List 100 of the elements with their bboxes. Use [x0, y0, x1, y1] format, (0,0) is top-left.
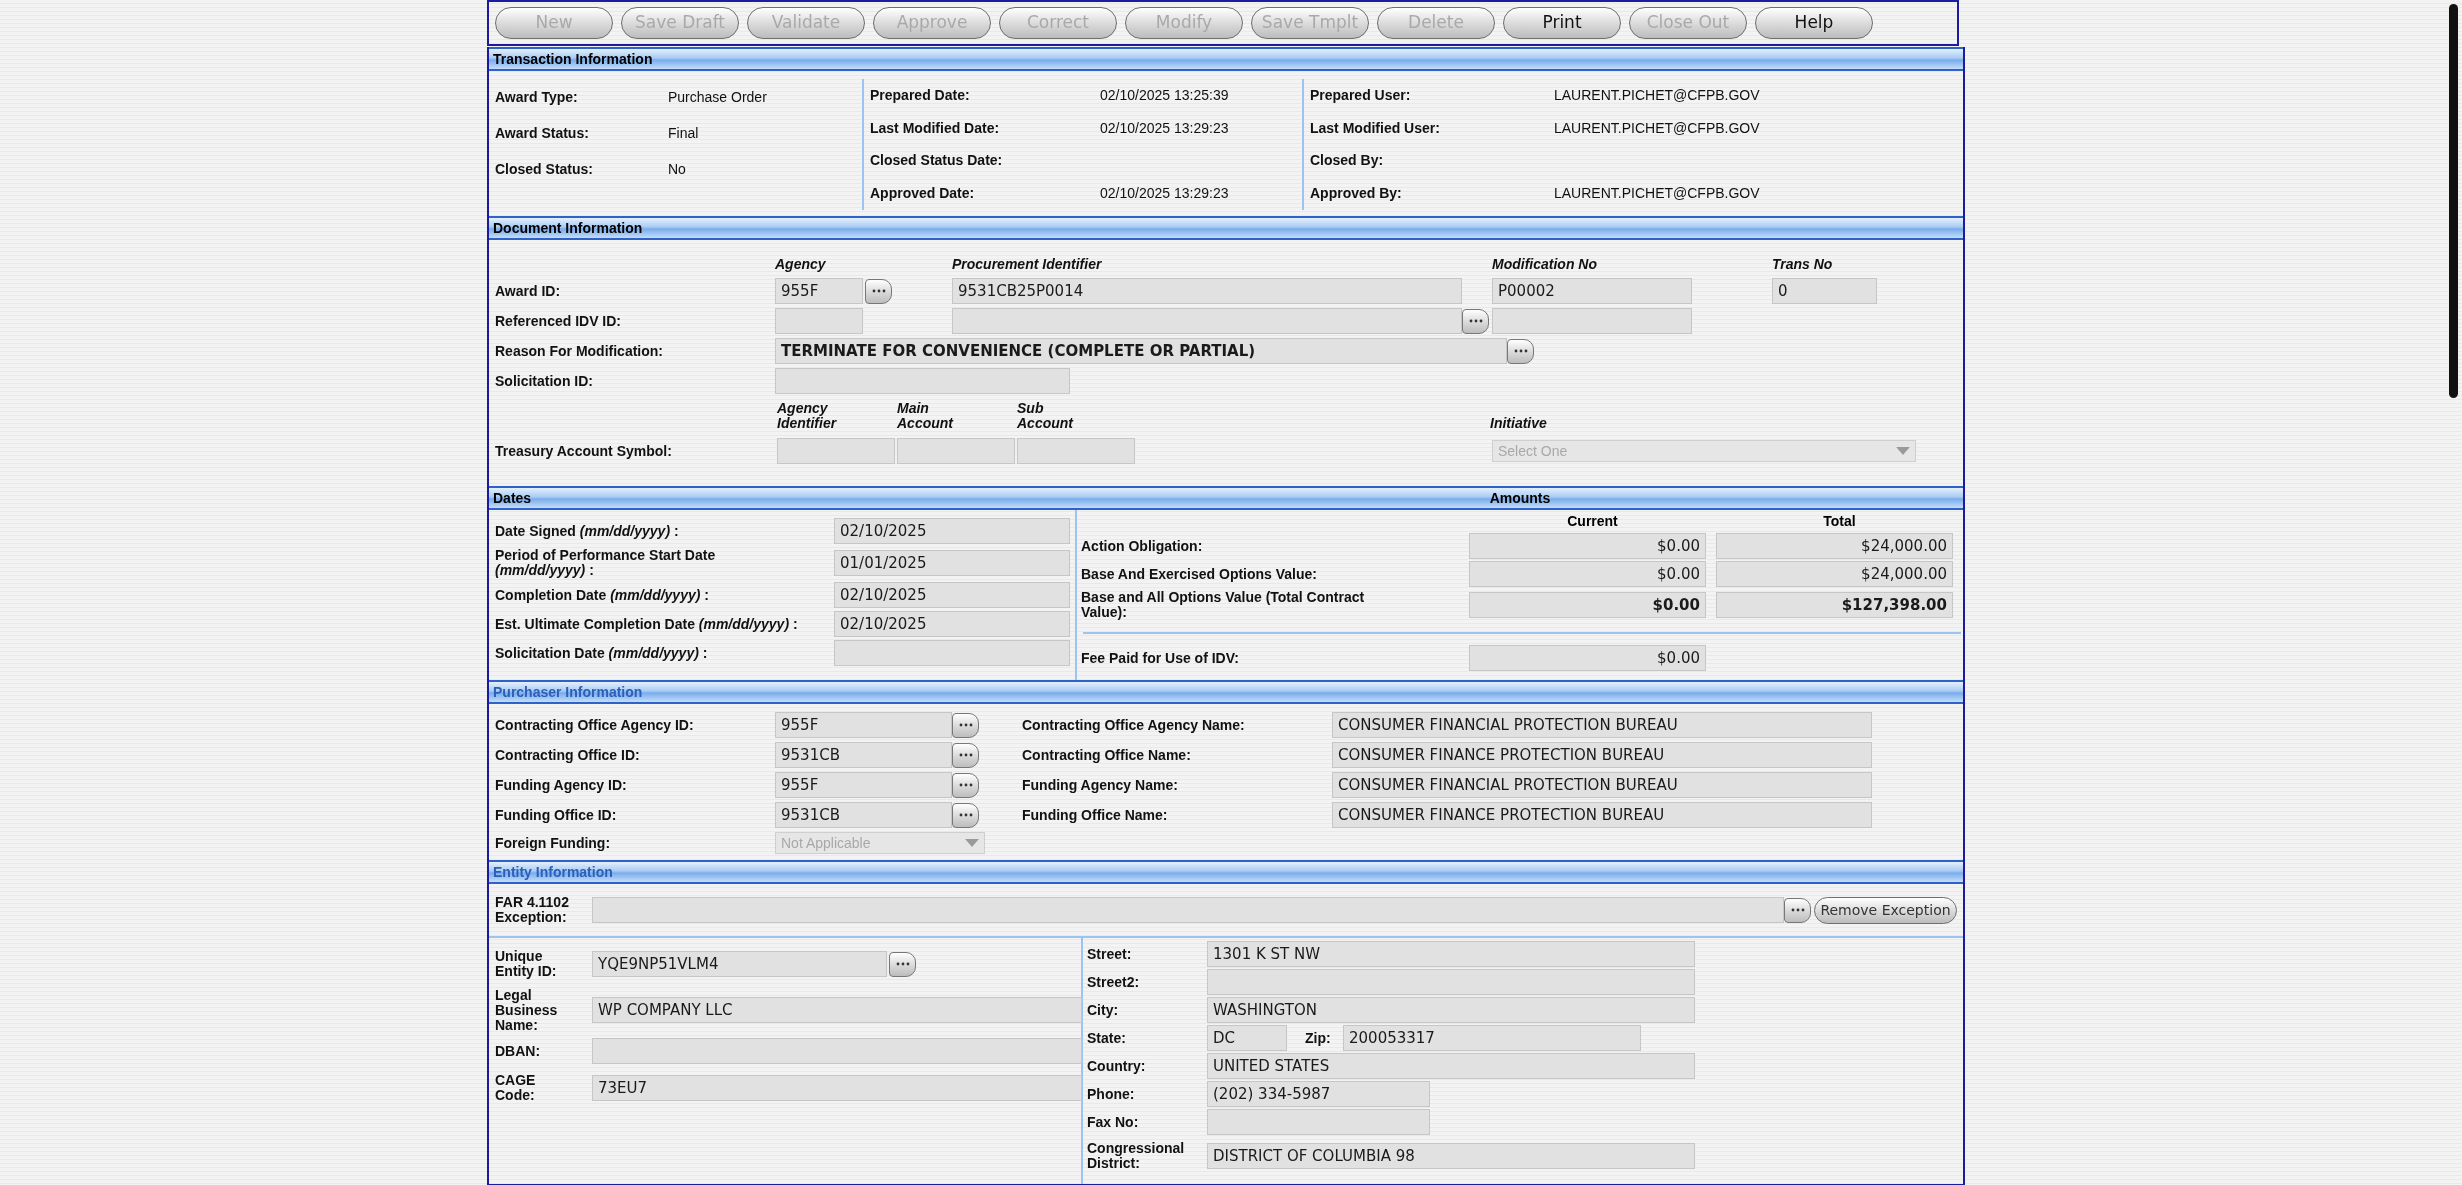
field-label: Award Status: — [495, 125, 590, 141]
field-label: CAGE Code: — [495, 1073, 537, 1103]
lookup-button[interactable] — [952, 772, 979, 798]
section-header[interactable]: Amounts — [1077, 487, 1963, 509]
text-field[interactable]: WASHINGTON — [1207, 997, 1695, 1023]
text-field[interactable] — [775, 308, 863, 334]
field-label: Solicitation ID: — [495, 373, 594, 389]
column-heading: Agency Identifier — [777, 401, 838, 431]
text-field[interactable] — [834, 640, 1070, 666]
field-label: Congressional District: — [1087, 1141, 1186, 1171]
text-field[interactable]: $24,000.00 — [1716, 561, 1953, 587]
lookup-button[interactable] — [952, 742, 979, 768]
field-label: Treasury Account Symbol: — [495, 443, 673, 459]
text-field[interactable]: 02/10/2025 — [834, 582, 1070, 608]
remove-exception-button[interactable]: Remove Exception — [1814, 896, 1957, 924]
text-field[interactable]: P00002 — [1492, 278, 1692, 304]
toolbar-button[interactable]: Help — [1755, 7, 1873, 39]
more-icon — [958, 783, 973, 787]
text-field[interactable]: 955F — [775, 278, 863, 304]
toolbar-button[interactable]: Print — [1503, 7, 1621, 39]
text-field[interactable] — [952, 308, 1462, 334]
field-label: Est. Ultimate Completion Date (mm/dd/yyyy) : — [495, 616, 799, 632]
select-value: Select One — [1498, 441, 1568, 461]
field-label: Date Signed (mm/dd/yyyy) : — [495, 523, 680, 539]
field-label: Award ID: — [495, 283, 562, 299]
text-field[interactable]: 1301 K ST NW — [1207, 941, 1695, 967]
text-field[interactable] — [1017, 438, 1135, 464]
more-icon — [895, 962, 910, 966]
column-heading: Current — [1566, 512, 1619, 531]
text-field[interactable]: UNITED STATES — [1207, 1053, 1695, 1079]
text-field[interactable]: 73EU7 — [592, 1075, 1082, 1101]
text-field[interactable]: 955F — [775, 772, 952, 798]
text-field[interactable]: $0.00 — [1469, 645, 1706, 671]
text-field[interactable]: DISTRICT OF COLUMBIA 98 — [1207, 1143, 1695, 1169]
column-heading: Total — [1822, 512, 1857, 531]
text-field[interactable]: 9531CB — [775, 742, 952, 768]
field-label: Last Modified Date: — [870, 120, 1001, 136]
text-field[interactable]: CONSUMER FINANCIAL PROTECTION BUREAU — [1332, 712, 1872, 738]
field-label: Funding Office ID: — [495, 807, 618, 823]
text-field[interactable]: $127,398.00 — [1716, 592, 1953, 618]
lookup-button[interactable] — [952, 712, 979, 738]
text-field[interactable]: CONSUMER FINANCIAL PROTECTION BUREAU — [1332, 772, 1872, 798]
lookup-button[interactable] — [1462, 308, 1489, 334]
text-field[interactable]: TERMINATE FOR CONVENIENCE (COMPLETE OR PARTIAL) — [775, 338, 1507, 364]
text-field[interactable]: CONSUMER FINANCE PROTECTION BUREAU — [1332, 802, 1872, 828]
text-field[interactable]: WP COMPANY LLC — [592, 997, 1082, 1023]
text-field[interactable]: 0 — [1772, 278, 1877, 304]
text-field[interactable]: CONSUMER FINANCE PROTECTION BUREAU — [1332, 742, 1872, 768]
text-field[interactable]: $24,000.00 — [1716, 533, 1953, 559]
text-field[interactable]: $0.00 — [1469, 592, 1706, 618]
field-label: Contracting Office Name: — [1022, 747, 1192, 763]
field-label: Approved By: — [1310, 186, 1403, 202]
lookup-button[interactable] — [952, 802, 979, 828]
text-field[interactable]: $0.00 — [1469, 533, 1706, 559]
text-field[interactable] — [592, 897, 1784, 923]
field-label: Contracting Office Agency Name: — [1022, 717, 1246, 733]
column-heading: Procurement Identifier — [952, 256, 1103, 272]
text-field[interactable]: YQE9NP51VLM4 — [592, 951, 887, 977]
text-field[interactable]: 200053317 — [1343, 1025, 1641, 1051]
text-field[interactable]: 01/01/2025 — [834, 550, 1070, 576]
column-heading: Agency — [775, 256, 827, 272]
text-field[interactable] — [897, 438, 1015, 464]
text-field[interactable]: 9531CB25P0014 — [952, 278, 1462, 304]
field-label: Award Type: — [495, 89, 579, 105]
lookup-button[interactable] — [1507, 338, 1534, 364]
lookup-button[interactable] — [889, 951, 916, 977]
text-field[interactable] — [1207, 1109, 1430, 1135]
text-field[interactable]: 02/10/2025 — [834, 518, 1070, 544]
more-icon — [1513, 349, 1528, 353]
scrollbar-thumb[interactable] — [2449, 4, 2458, 398]
section-title[interactable]: Transaction Information — [493, 48, 653, 70]
section-title[interactable]: Document Information — [493, 217, 643, 239]
field-label: Referenced IDV ID: — [495, 313, 623, 329]
text-field[interactable]: DC — [1207, 1025, 1287, 1051]
text-field[interactable] — [1207, 969, 1695, 995]
field-label: Base And Exercised Options Value: — [1081, 566, 1318, 582]
field-value: LAURENT.PICHET@CFPB.GOV — [1554, 118, 1760, 138]
more-icon — [958, 723, 973, 727]
text-field[interactable]: $0.00 — [1469, 561, 1706, 587]
text-field[interactable] — [592, 1038, 1082, 1064]
field-value: 02/10/2025 13:29:23 — [1100, 118, 1229, 138]
text-field[interactable]: 02/10/2025 — [834, 611, 1070, 637]
text-field[interactable] — [777, 438, 895, 464]
field-value: 02/10/2025 13:25:39 — [1100, 85, 1229, 105]
text-field[interactable] — [1492, 308, 1692, 334]
section-header[interactable]: Dates — [489, 487, 1077, 509]
field-label: FAR 4.1102 Exception: — [495, 895, 570, 925]
text-field[interactable]: 955F — [775, 712, 952, 738]
lookup-button[interactable] — [1784, 897, 1811, 923]
text-field[interactable] — [775, 368, 1070, 394]
field-label: Fax No: — [1087, 1114, 1140, 1130]
column-heading: Main Account — [897, 401, 955, 431]
field-value: Final — [668, 123, 699, 143]
lookup-button[interactable] — [865, 278, 892, 304]
field-label: Zip: — [1305, 1030, 1332, 1046]
text-field[interactable]: 9531CB — [775, 802, 952, 828]
text-field[interactable]: (202) 334-5987 — [1207, 1081, 1430, 1107]
field-label: Closed Status Date: — [870, 153, 1004, 169]
field-label: Prepared Date: — [870, 87, 971, 103]
field-label: Reason For Modification: — [495, 343, 664, 359]
